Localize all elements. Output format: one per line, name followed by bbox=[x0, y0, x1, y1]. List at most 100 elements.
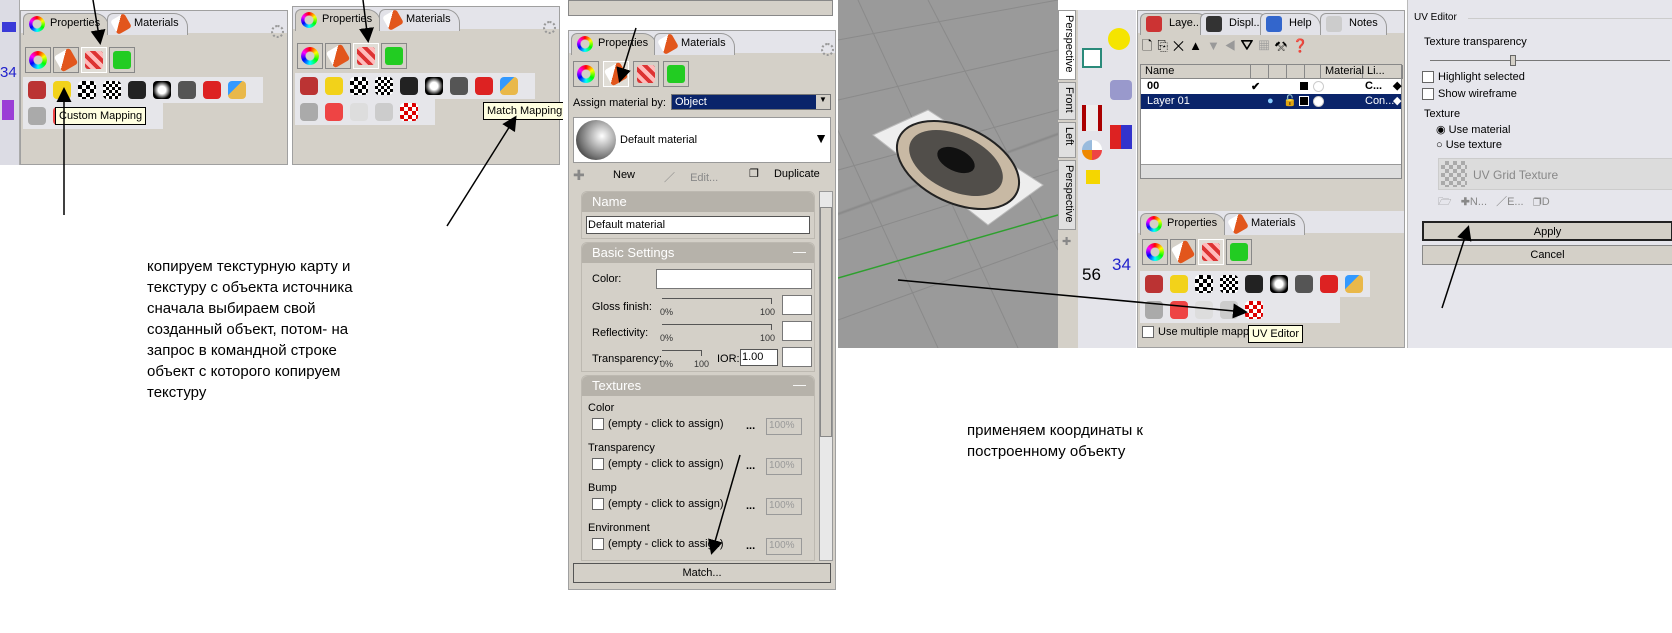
decal-button[interactable] bbox=[381, 43, 407, 69]
settings-gear-icon[interactable] bbox=[821, 43, 834, 56]
transparency-slider[interactable] bbox=[662, 350, 702, 356]
duplicate-button[interactable]: ❐ Duplicate bbox=[749, 167, 820, 180]
planar-mapping-2-button[interactable] bbox=[101, 80, 123, 100]
help-icon[interactable]: ❓ bbox=[1292, 38, 1313, 53]
texture-amount[interactable]: 100% bbox=[766, 538, 802, 555]
use-material-radio[interactable]: ◉ Use material bbox=[1436, 123, 1510, 136]
edit-button[interactable]: ／ Edit... bbox=[664, 169, 718, 185]
tab-materials[interactable]: Materials bbox=[379, 9, 460, 31]
planar-mapping-button[interactable] bbox=[1193, 274, 1215, 294]
ior-input[interactable]: 1.00 bbox=[740, 349, 778, 366]
chevron-down-icon[interactable]: ▼ bbox=[816, 95, 830, 109]
tools-icon[interactable]: ⚒ bbox=[1274, 38, 1292, 53]
gloss-color[interactable] bbox=[782, 295, 812, 315]
linetype[interactable]: Con... bbox=[1365, 95, 1394, 107]
reset-mapping-button[interactable] bbox=[373, 102, 395, 122]
planar-mapping-button[interactable] bbox=[76, 80, 98, 100]
texture-slot-bump[interactable]: (empty - click to assign) bbox=[592, 498, 724, 511]
more-button[interactable]: ... bbox=[746, 540, 755, 552]
object-properties-button[interactable] bbox=[297, 43, 323, 69]
material-preview[interactable]: Default material ▼ bbox=[573, 117, 831, 163]
toolbar-text-2[interactable]: 34 bbox=[1112, 255, 1131, 275]
hide-mapping-button[interactable] bbox=[348, 102, 370, 122]
column-header[interactable] bbox=[1287, 65, 1305, 79]
open-folder-icon[interactable]: 🗁 bbox=[1438, 196, 1452, 208]
column-header[interactable]: Material bbox=[1321, 65, 1364, 79]
match-button[interactable]: Match... bbox=[573, 563, 831, 583]
horizontal-scrollbar[interactable] bbox=[568, 0, 833, 16]
texture-mapping-button[interactable] bbox=[633, 61, 659, 87]
show-mapping-button[interactable] bbox=[323, 102, 345, 122]
texture-checkbox[interactable] bbox=[592, 458, 604, 471]
tab-help[interactable]: Help bbox=[1260, 13, 1321, 35]
vertical-scrollbar[interactable] bbox=[819, 191, 833, 561]
gem-icon[interactable] bbox=[1110, 80, 1132, 100]
hide-mapping-button[interactable] bbox=[1193, 300, 1215, 320]
show-wireframe-checkbox[interactable]: Show wireframe bbox=[1422, 88, 1517, 101]
texture-checkbox[interactable] bbox=[592, 498, 604, 511]
lock-icon[interactable]: 🔓 bbox=[1283, 94, 1297, 107]
cylinder-mapping-button[interactable] bbox=[448, 76, 470, 96]
texture-select[interactable]: UV Grid Texture bbox=[1438, 158, 1672, 190]
texture-slot-color[interactable]: (empty - click to assign) bbox=[592, 418, 724, 431]
reset-mapping-button[interactable] bbox=[1218, 300, 1240, 320]
smiley-icon[interactable] bbox=[1108, 28, 1130, 50]
tab-properties[interactable]: Properties bbox=[295, 9, 382, 31]
horizontal-scrollbar[interactable] bbox=[1141, 164, 1401, 178]
table-row[interactable]: 00 ✔ C... ◆ bbox=[1141, 79, 1401, 94]
material-properties-button[interactable] bbox=[53, 47, 79, 73]
tab-materials[interactable]: Materials bbox=[107, 13, 188, 35]
apply-button[interactable]: Apply bbox=[1422, 221, 1672, 241]
back-icon[interactable]: ◀ bbox=[1225, 38, 1240, 53]
match-mapping-button[interactable] bbox=[1343, 274, 1365, 294]
cancel-button[interactable]: Cancel bbox=[1422, 245, 1672, 265]
object-properties-button[interactable] bbox=[1142, 239, 1168, 265]
decal-button[interactable] bbox=[109, 47, 135, 73]
box-map-button[interactable] bbox=[126, 80, 148, 100]
texture-transparency-slider[interactable] bbox=[1430, 55, 1670, 66]
cylinder-mapping-button[interactable] bbox=[1293, 274, 1315, 294]
sphere-mapping-button[interactable] bbox=[423, 76, 445, 96]
match-mapping-button[interactable] bbox=[226, 80, 248, 100]
cylinder-mapping-button[interactable] bbox=[176, 80, 198, 100]
multiple-mapping-checkbox[interactable]: Use multiple mapping bbox=[1142, 326, 1264, 339]
remove-mapping-button[interactable] bbox=[201, 80, 223, 100]
slider-thumb[interactable] bbox=[1510, 55, 1516, 66]
texture-amount[interactable]: 100% bbox=[766, 458, 802, 475]
remove-mapping-button[interactable] bbox=[473, 76, 495, 96]
material-properties-button[interactable] bbox=[1170, 239, 1196, 265]
duplicate-texture-button[interactable]: ❐D bbox=[1533, 196, 1550, 208]
move-down-icon[interactable]: ▼ bbox=[1207, 38, 1225, 53]
new-texture-button[interactable]: ✚N... bbox=[1461, 196, 1487, 208]
arrow-up-icon[interactable] bbox=[2, 100, 14, 120]
new-button[interactable]: ✚ New bbox=[573, 167, 653, 184]
assign-material-select[interactable]: Object ▼ bbox=[671, 94, 831, 110]
perspective-viewport[interactable] bbox=[838, 0, 1058, 348]
chevron-down-icon[interactable]: ▼ bbox=[814, 130, 828, 146]
planar-mapping-2-button[interactable] bbox=[1218, 274, 1240, 294]
texture-checkbox[interactable] bbox=[592, 418, 604, 431]
material-circle-icon[interactable] bbox=[1313, 96, 1324, 107]
sphere-mapping-button[interactable] bbox=[1268, 274, 1290, 294]
linetype[interactable]: C... bbox=[1365, 80, 1382, 92]
column-header[interactable] bbox=[1305, 65, 1321, 79]
layer-color-swatch[interactable] bbox=[1299, 81, 1309, 91]
texture-mapping-button[interactable] bbox=[81, 47, 107, 73]
grid-icon[interactable]: ▦ bbox=[1259, 38, 1275, 53]
texture-mapping-button[interactable] bbox=[1198, 239, 1224, 265]
tab-materials[interactable]: Materials bbox=[654, 33, 735, 55]
remove-mapping-button[interactable] bbox=[1318, 274, 1340, 294]
tab-perspective-2[interactable]: Perspective bbox=[1058, 160, 1076, 230]
lightbulb-icon[interactable]: ● bbox=[1267, 95, 1274, 107]
planar-mapping-button[interactable] bbox=[348, 76, 370, 96]
uv-editor-button[interactable] bbox=[398, 102, 420, 122]
collapse-button[interactable]: — bbox=[793, 377, 806, 392]
decal-button[interactable] bbox=[663, 61, 689, 87]
red-blue-icon[interactable] bbox=[1110, 125, 1132, 149]
tab-materials[interactable]: Materials bbox=[1224, 213, 1305, 235]
custom-mapping-button[interactable] bbox=[1168, 274, 1190, 294]
match-mapping-button[interactable] bbox=[498, 76, 520, 96]
settings-gear-icon[interactable] bbox=[271, 25, 284, 38]
more-button[interactable]: ... bbox=[746, 500, 755, 512]
filter-icon[interactable]: ⛛ bbox=[1240, 38, 1258, 53]
